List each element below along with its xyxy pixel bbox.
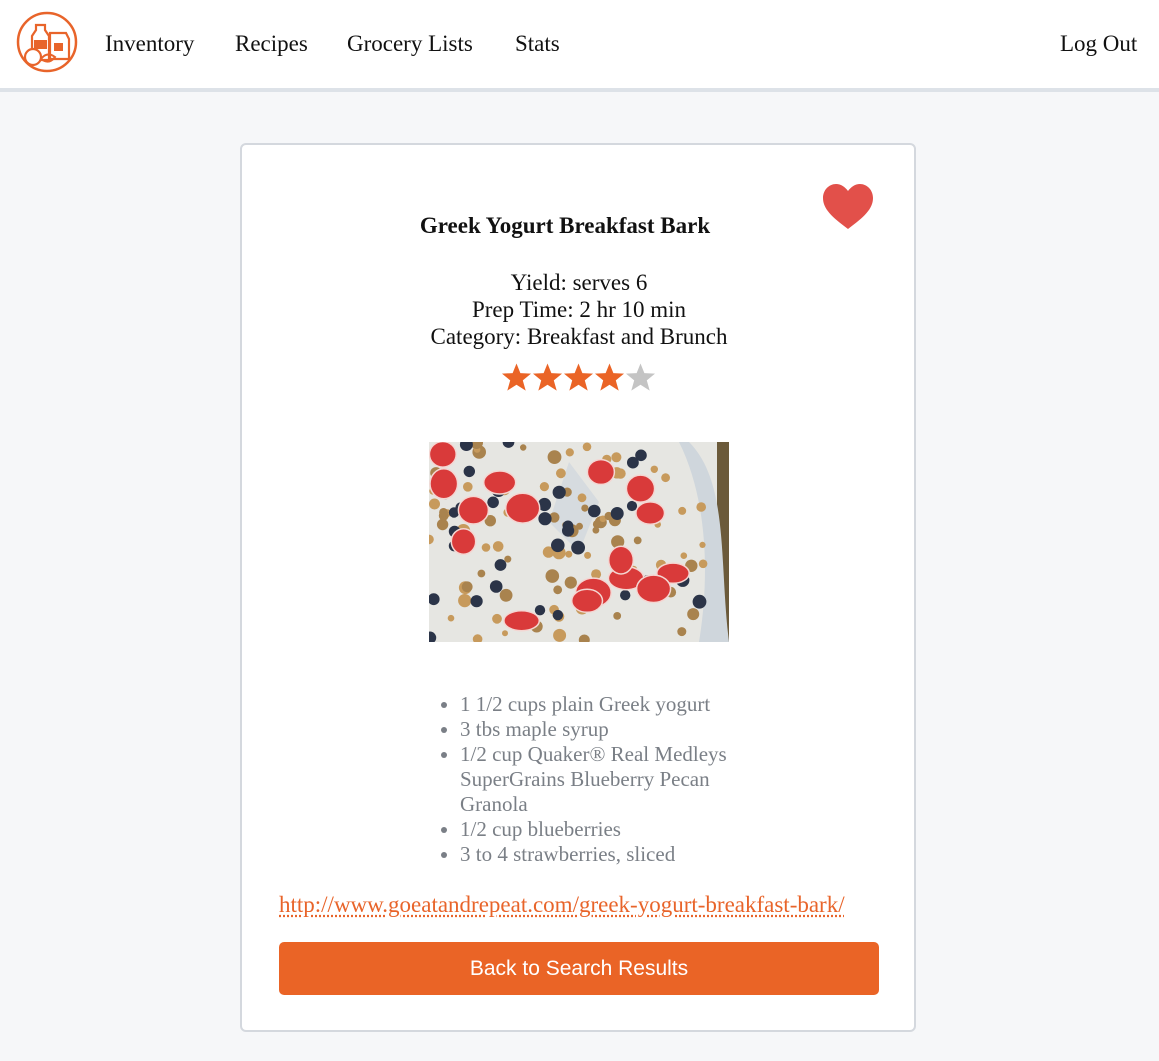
recipe-card: Greek Yogurt Breakfast Bark Yield: serve… (240, 143, 916, 1032)
nav-inventory[interactable]: Inventory (105, 31, 194, 57)
pantry-logo-icon[interactable] (16, 11, 78, 73)
star-empty-icon[interactable] (625, 361, 656, 393)
ingredient-item: 1/2 cup blueberries (460, 817, 780, 842)
back-to-search-results-button[interactable]: Back to Search Results (279, 942, 879, 995)
source-url-link[interactable]: http://www.goeatandrepeat.com/greek-yogu… (279, 892, 879, 918)
ingredient-item: 3 tbs maple syrup (460, 717, 780, 742)
star-filled-icon[interactable] (532, 361, 563, 393)
nav-stats[interactable]: Stats (515, 31, 560, 57)
top-navbar: Inventory Recipes Grocery Lists Stats Lo… (0, 0, 1159, 92)
rating-stars (501, 361, 656, 397)
logout-link[interactable]: Log Out (1060, 31, 1137, 57)
star-filled-icon[interactable] (501, 361, 532, 393)
recipe-prep-time: Prep Time: 2 hr 10 min (471, 297, 687, 322)
nav-grocery-lists[interactable]: Grocery Lists (347, 31, 473, 57)
ingredient-item: 1/2 cup Quaker® Real Medleys SuperGrains… (460, 742, 780, 817)
recipe-photo (429, 442, 729, 642)
recipe-category: Category: Breakfast and Brunch (430, 324, 728, 349)
ingredients-list: 1 1/2 cups plain Greek yogurt3 tbs maple… (441, 692, 780, 867)
star-filled-icon[interactable] (563, 361, 594, 393)
recipe-meta: Yield: serves 6 Prep Time: 2 hr 10 min C… (242, 269, 916, 350)
recipe-yield: Yield: serves 6 (510, 270, 648, 295)
ingredient-item: 3 to 4 strawberries, sliced (460, 842, 780, 867)
nav-recipes[interactable]: Recipes (235, 31, 308, 57)
recipe-title: Greek Yogurt Breakfast Bark (419, 213, 711, 238)
ingredient-item: 1 1/2 cups plain Greek yogurt (460, 692, 780, 717)
star-filled-icon[interactable] (594, 361, 625, 393)
